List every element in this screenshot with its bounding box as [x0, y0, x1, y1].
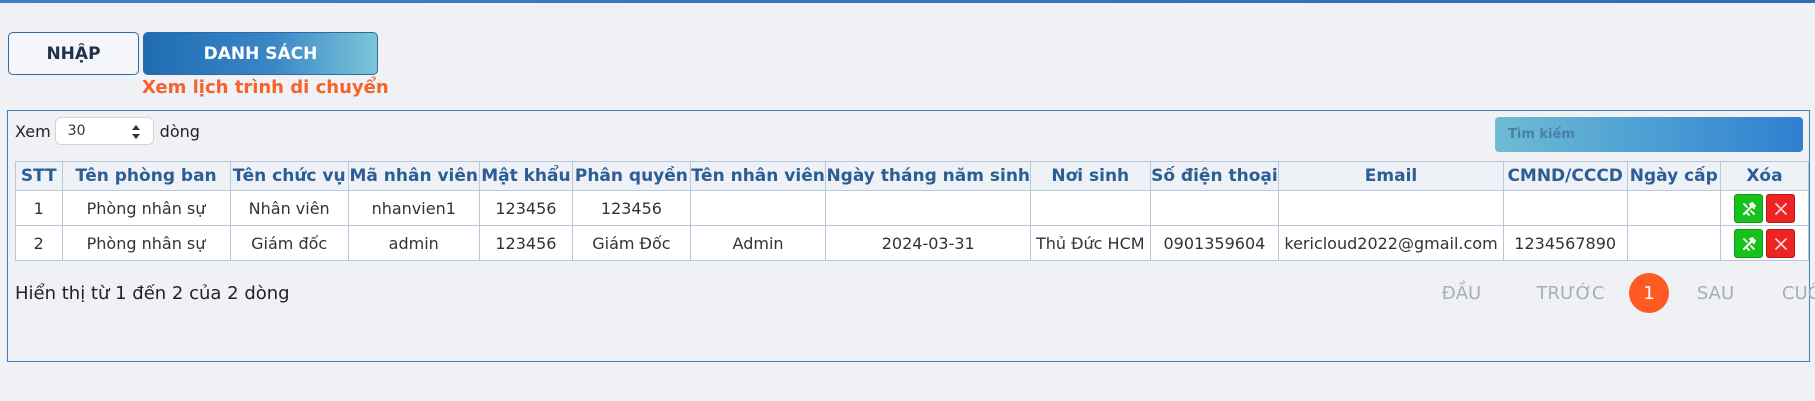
column-header[interactable]: Tên nhân viên — [689, 161, 827, 191]
table-cell: Admin — [689, 225, 827, 261]
column-header[interactable]: Phân quyền — [572, 161, 691, 191]
table-cell: Thủ Đức HCM — [1030, 225, 1151, 261]
page-first-button[interactable]: ĐẦU — [1423, 283, 1500, 304]
page-length-control: Xem 30 dòng — [15, 117, 200, 145]
table-cell — [689, 190, 827, 226]
pagination: ĐẦU TRƯỚC 1 SAU CUỐI — [1423, 273, 1815, 313]
table-cell: 123456 — [478, 190, 574, 226]
page-current-button[interactable]: 1 — [1629, 273, 1669, 313]
column-header[interactable]: Ngày tháng năm sinh — [825, 161, 1032, 191]
table-cell — [1626, 225, 1721, 261]
select-arrows-icon — [131, 125, 140, 139]
row-actions — [1719, 225, 1810, 261]
search-placeholder: Tìm kiếm — [1508, 127, 1575, 142]
table-cell: 1234567890 — [1502, 225, 1628, 261]
table-cell: 1 — [15, 190, 63, 226]
page-subtitle: Xem lịch trình di chuyển — [142, 77, 389, 98]
table-cell: admin — [347, 225, 480, 261]
column-header[interactable]: CMND/CCCD — [1502, 161, 1628, 191]
table-cell: 2024-03-31 — [825, 225, 1032, 261]
table-cell — [1030, 190, 1151, 226]
table-cell — [1278, 190, 1504, 226]
table-cell — [1149, 190, 1280, 226]
column-header[interactable]: Nơi sinh — [1030, 161, 1151, 191]
table-cell — [1502, 190, 1628, 226]
length-prefix-label: Xem — [15, 121, 51, 141]
tab-danh-sach[interactable]: DANH SÁCH — [143, 32, 378, 75]
column-header[interactable]: Số điện thoại — [1149, 161, 1280, 191]
column-header[interactable]: Tên phòng ban — [61, 161, 231, 191]
column-header[interactable]: Tên chức vụ — [229, 161, 349, 191]
table-cell: kericloud2022@gmail.com — [1278, 225, 1504, 261]
row-actions — [1719, 190, 1810, 226]
search-input[interactable]: Tìm kiếm — [1495, 117, 1803, 152]
staff-table: STT Tên phòng ban Tên chức vụ Mã nhân vi… — [15, 161, 1810, 261]
column-header[interactable]: Xóa — [1719, 161, 1810, 191]
page-next-button[interactable]: SAU — [1677, 283, 1754, 304]
table-info: Hiển thị từ 1 đến 2 của 2 dòng — [15, 283, 290, 304]
page-prev-button[interactable]: TRƯỚC — [1522, 283, 1619, 304]
column-header[interactable]: Ngày cấp — [1626, 161, 1721, 191]
edit-tool-icon — [1742, 201, 1756, 216]
close-icon — [1775, 202, 1787, 215]
page-length-select[interactable]: 30 — [54, 117, 154, 145]
tab-bar: NHẬP DANH SÁCH — [8, 32, 378, 75]
tab-nhap[interactable]: NHẬP — [8, 32, 139, 75]
column-header[interactable]: STT — [15, 161, 63, 191]
table-cell: Giám đốc — [229, 225, 349, 261]
close-icon — [1775, 237, 1787, 250]
delete-button[interactable] — [1765, 228, 1795, 258]
table-cell: 0901359604 — [1149, 225, 1280, 261]
table-cell: 123456 — [478, 225, 574, 261]
table-cell — [1626, 190, 1721, 226]
table-header-row: STT Tên phòng ban Tên chức vụ Mã nhân vi… — [15, 161, 1810, 191]
page-length-value: 30 — [67, 123, 86, 139]
length-suffix-label: dòng — [159, 121, 200, 141]
table-cell: 2 — [15, 225, 63, 261]
table-cell: Phòng nhân sự — [61, 190, 231, 226]
table-cell: 123456 — [572, 190, 691, 226]
column-header[interactable]: Mật khẩu — [478, 161, 574, 191]
table-cell: Phòng nhân sự — [61, 225, 231, 261]
column-header[interactable]: Email — [1278, 161, 1504, 191]
top-accent-bar — [0, 0, 1815, 3]
page-last-button[interactable]: CUỐI — [1766, 283, 1815, 304]
table-panel: Xem 30 dòng Tìm kiếm STT Tên phòng ban T… — [7, 110, 1815, 362]
delete-button[interactable] — [1765, 193, 1795, 223]
edit-button[interactable] — [1733, 193, 1763, 223]
table-row: 1 Phòng nhân sự Nhân viên nhanvien1 1234… — [15, 190, 1810, 226]
table-row: 2 Phòng nhân sự Giám đốc admin 123456 Gi… — [15, 225, 1810, 261]
edit-button[interactable] — [1733, 228, 1763, 258]
table-cell: Nhân viên — [229, 190, 349, 226]
edit-tool-icon — [1742, 236, 1756, 251]
table-cell — [825, 190, 1032, 226]
table-cell: nhanvien1 — [347, 190, 480, 226]
column-header[interactable]: Mã nhân viên — [347, 161, 480, 191]
table-cell: Giám Đốc — [572, 225, 691, 261]
